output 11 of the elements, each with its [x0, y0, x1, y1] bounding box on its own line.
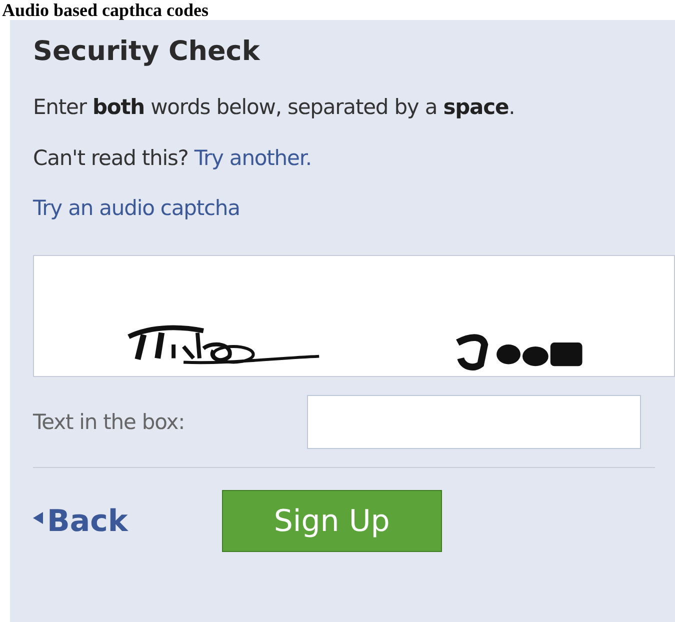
back-arrow-icon	[33, 512, 43, 524]
caption: Audio based capthca codes	[1, 0, 210, 20]
instruction-text: Enter both words below, separated by a space.	[33, 94, 516, 121]
back-link[interactable]: Back	[33, 504, 128, 538]
try-another-link[interactable]: Try another.	[194, 146, 312, 170]
panel-title: Security Check	[33, 36, 262, 67]
field-label: Text in the box:	[33, 410, 186, 434]
text-input-field[interactable]	[307, 395, 641, 449]
sign-up-button[interactable]: Sign Up	[222, 490, 442, 552]
cant-read-text: Can't read this?	[33, 146, 188, 170]
audio-captcha-link[interactable]: Try an audio captcha	[33, 196, 240, 220]
